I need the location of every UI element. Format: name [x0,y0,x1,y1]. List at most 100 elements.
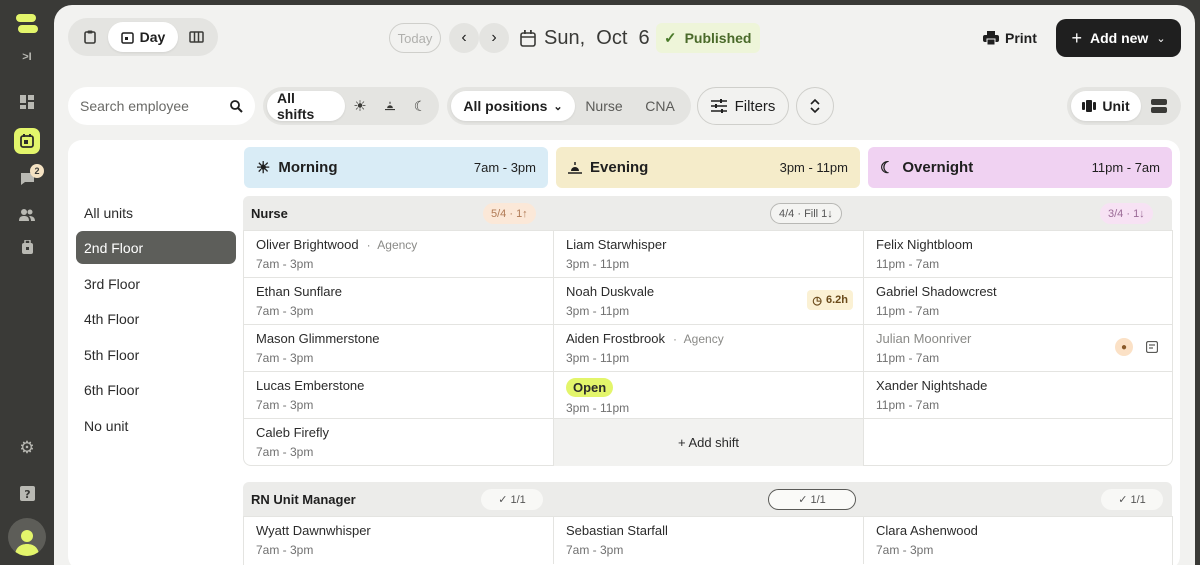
clipboard-view-icon[interactable] [72,22,108,52]
add-new-button[interactable]: + Add new ⌄ [1056,19,1181,57]
schedule-icon[interactable] [14,128,40,154]
shift-cell[interactable]: Liam Starwhisper 3pm - 11pm [554,231,864,278]
all-shifts-label: All shifts [277,90,315,122]
position-option-nurse[interactable]: Nurse [575,91,633,121]
expand-collapse-button[interactable] [796,87,834,125]
shift-cell[interactable]: Aiden Frostbrook · Agency 3pm - 11pm [554,325,864,372]
help-icon[interactable]: ? [14,480,40,506]
coverage-stat-morning[interactable]: 5/4 · 1↑ [483,203,536,224]
unit-label: 3rd Floor [84,275,141,292]
unit-item-2nd-floor[interactable]: 2nd Floor [76,231,236,264]
unit-label: 4th Floor [84,310,140,327]
add-shift-button[interactable]: + Add shift [554,419,864,466]
week-view-icon[interactable] [178,22,214,52]
clock-icon: ◷ [812,294,822,307]
date-label: Sun, Oct 6 [544,26,650,49]
shift-cell[interactable]: Ethan Sunflare 7am - 3pm [244,278,554,325]
morning-filter-icon[interactable]: ☀ [345,91,375,121]
coverage-stat-overnight[interactable]: 3/4 · 1↓ [1100,203,1153,224]
unit-item-6th-floor[interactable]: 6th Floor [76,373,236,406]
empty-cell [864,419,1173,466]
previous-day-button[interactable]: ‹ [449,23,479,53]
print-button[interactable]: Print [983,23,1037,53]
unit-label: All units [84,204,134,221]
user-avatar[interactable] [8,518,46,556]
expand-sidebar-icon[interactable]: >I [14,44,40,70]
unit-label: 5th Floor [84,346,140,363]
left-rail: >I 2 ⚙ ? [0,0,54,565]
overnight-filter-icon[interactable]: ☾ [405,91,435,121]
unit-view-tab[interactable]: Unit [1071,91,1141,121]
expand-label: >I [22,51,32,63]
shift-cell[interactable]: Lucas Emberstone 7am - 3pm [244,372,554,419]
coverage-stat-overnight[interactable]: ✓ 1/1 [1101,489,1163,510]
time-off-icon[interactable] [14,234,40,260]
unit-item-no-unit[interactable]: No unit [76,409,236,442]
shift-name: ☀ Morning [256,158,338,178]
shift-cell[interactable]: Felix Nightbloom 11pm - 7am [864,231,1173,278]
shift-time: 11pm - 7am [876,398,940,412]
app-logo[interactable] [14,12,40,36]
shift-cell[interactable]: Oliver Brightwood · Agency 7am - 3pm [244,231,554,278]
all-positions-dropdown[interactable]: All positions ⌄ [451,91,575,121]
today-button[interactable]: Today [389,23,441,53]
search-input[interactable]: Search employee [68,87,255,125]
shift-cell[interactable]: Xander Nightshade 11pm - 7am [864,372,1173,419]
open-shift-cell[interactable]: Open 3pm - 11pm [554,372,864,419]
unit-label: 2nd Floor [84,239,144,256]
shift-header-morning[interactable]: ☀ Morning 7am - 3pm [244,147,548,188]
all-shifts-tab[interactable]: All shifts [267,90,345,122]
unit-item-5th-floor[interactable]: 5th Floor [76,338,236,371]
date-display[interactable]: Sun, Oct 6 [520,23,650,53]
coverage-stat-evening[interactable]: 4/4 · Fill 1↓ [770,203,842,224]
nurse-option-label: Nurse [585,98,623,114]
unit-item-3rd-floor[interactable]: 3rd Floor [76,267,236,300]
moon-icon: ☾ [880,159,895,177]
position-option-cna[interactable]: CNA [633,91,687,121]
shift-time: 7am - 3pm [256,257,314,271]
section-header-rn-unit-manager[interactable]: RN Unit Manager ✓ 1/1 ✓ 1/1 ✓ 1/1 [243,482,1172,516]
evening-filter-icon[interactable] [375,91,405,121]
employee-name: Caleb Firefly [256,425,329,440]
shift-header-evening[interactable]: Evening 3pm - 11pm [556,147,860,188]
shift-cell[interactable]: Clara Ashenwood 7am - 3pm [864,517,1173,564]
shift-cell[interactable]: Julian Moonriver 11pm - 7am ● [864,325,1173,372]
columns-icon [1082,100,1097,112]
swap-request-icon[interactable]: ● [1115,338,1133,356]
team-icon[interactable] [14,202,40,228]
employee-name: Felix Nightbloom [876,237,973,252]
unit-item-all-units[interactable]: All units [76,196,236,229]
shift-cell[interactable]: Wyatt Dawnwhisper 7am - 3pm [244,517,554,564]
rows-view-icon[interactable] [1141,91,1177,121]
overtime-badge[interactable]: ◷ 6.2h [807,290,853,310]
print-label: Print [1005,30,1037,46]
shift-cell[interactable]: Noah Duskvale 3pm - 11pm ◷ 6.2h [554,278,864,325]
published-status[interactable]: ✓ Published [656,23,760,53]
published-label: Published [684,30,752,46]
shift-cell[interactable]: Sebastian Starfall 7am - 3pm [554,517,864,564]
shift-cell[interactable]: Caleb Firefly 7am - 3pm [244,419,554,466]
shift-time: 11pm - 7am [876,257,940,271]
dashboard-icon[interactable] [14,89,40,115]
filters-button[interactable]: Filters [697,87,789,125]
schedule-card: All units 2nd Floor 3rd Floor 4th Floor … [68,140,1180,565]
app-window: >I 2 ⚙ ? Day Today ‹ › Sun, Oct 6 ✓ Publ… [0,0,1200,565]
employee-name: Gabriel Shadowcrest [876,284,997,299]
open-shift-badge: Open [566,378,614,397]
section-header-nurse[interactable]: Nurse 5/4 · 1↑ 4/4 · Fill 1↓ 3/4 · 1↓ [243,196,1172,230]
sun-icon: ☀ [256,159,271,177]
shift-cell[interactable]: Mason Glimmerstone 7am - 3pm [244,325,554,372]
employee-name: Sebastian Starfall [566,523,668,538]
shift-header-overnight[interactable]: ☾ Overnight 11pm - 7am [868,147,1172,188]
svg-text:?: ? [24,488,30,501]
shift-time: 11pm - 7am [1091,160,1160,175]
settings-icon[interactable]: ⚙ [14,435,40,461]
coverage-stat-evening[interactable]: ✓ 1/1 [768,489,856,510]
coverage-stat-morning[interactable]: ✓ 1/1 [481,489,543,510]
shift-cell[interactable]: Gabriel Shadowcrest 11pm - 7am [864,278,1173,325]
unit-item-4th-floor[interactable]: 4th Floor [76,302,236,335]
note-icon[interactable] [1145,338,1159,356]
cna-option-label: CNA [645,98,675,114]
next-day-button[interactable]: › [479,23,509,53]
day-view-tab[interactable]: Day [108,22,178,52]
